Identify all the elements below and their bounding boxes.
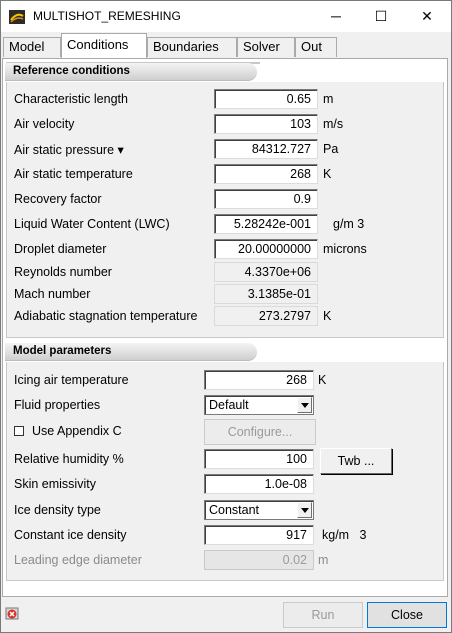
error-status-icon[interactable] [5, 606, 20, 621]
reynolds-number-label: Reynolds number [14, 265, 112, 279]
air-velocity-label: Air velocity [14, 117, 75, 131]
ice-density-type-select[interactable]: Constant [204, 500, 314, 520]
fluid-properties-value: Default [209, 398, 249, 412]
droplet-diameter-input[interactable]: 20.00000000 [214, 239, 318, 259]
recovery-factor-input[interactable]: 0.9 [214, 189, 318, 209]
model-group-header-wrap: Model parameters [5, 343, 261, 362]
leading-edge-diameter-input[interactable]: 0.02 [204, 550, 314, 570]
close-window-button[interactable]: ✕ [404, 1, 450, 32]
skin-emissivity-label: Skin emissivity [14, 477, 96, 491]
icing-air-temperature-label: Icing air temperature [14, 373, 129, 387]
lwc-label: Liquid Water Content (LWC) [14, 217, 170, 231]
reynolds-number-value: 4.3370e+06 [214, 262, 318, 282]
title-bar: MULTISHOT_REMESHING ─ ☐ ✕ [1, 1, 451, 32]
close-button[interactable]: Close [367, 602, 447, 628]
use-appendix-c-label[interactable]: Use Appendix C [32, 424, 122, 438]
characteristic-length-input[interactable]: 0.65 [214, 89, 318, 109]
characteristic-length-label: Characteristic length [14, 92, 128, 106]
maximize-button[interactable]: ☐ [358, 1, 404, 32]
app-icon [9, 10, 25, 24]
air-velocity-input[interactable]: 103 [214, 114, 318, 134]
leading-edge-diameter-unit: m [318, 553, 329, 567]
constant-ice-density-input[interactable]: 917 [204, 525, 314, 545]
characteristic-length-unit: m [323, 92, 334, 106]
window-title: MULTISHOT_REMESHING [33, 9, 181, 23]
air-static-temperature-input[interactable]: 268 [214, 164, 318, 184]
chevron-down-icon[interactable] [297, 397, 312, 413]
mach-number-label: Mach number [14, 287, 91, 301]
tab-conditions[interactable]: Conditions [61, 33, 147, 58]
air-static-pressure-input[interactable]: 84312.727 [214, 139, 318, 159]
air-velocity-unit: m/s [323, 117, 344, 131]
adiabatic-stagnation-temperature-label: Adiabatic stagnation temperature [14, 309, 198, 323]
tab-solver[interactable]: Solver [237, 37, 295, 57]
use-appendix-c-checkbox[interactable] [14, 426, 24, 436]
icing-air-temperature-unit: K [318, 373, 327, 387]
tab-model[interactable]: Model [3, 37, 61, 57]
air-static-pressure-label[interactable]: Air static pressure ▾ [14, 142, 124, 157]
droplet-diameter-unit: microns [323, 242, 367, 256]
tab-out[interactable]: Out [295, 37, 337, 57]
run-button[interactable]: Run [283, 602, 363, 628]
air-static-temperature-label: Air static temperature [14, 167, 133, 181]
chevron-down-icon[interactable] [297, 502, 312, 518]
configure-button[interactable]: Configure... [204, 419, 316, 445]
reference-conditions-header: Reference conditions [5, 63, 257, 81]
lwc-input[interactable]: 5.28242e-001 [214, 214, 318, 234]
adiabatic-stagnation-temperature-unit: K [323, 309, 332, 323]
tab-boundaries[interactable]: Boundaries [147, 37, 237, 57]
icing-air-temperature-input[interactable]: 268 [204, 370, 314, 390]
air-static-pressure-unit: Pa [323, 142, 339, 156]
recovery-factor-label: Recovery factor [14, 192, 102, 206]
minimize-button[interactable]: ─ [313, 1, 359, 32]
reference-group-header-wrap: Reference conditions [5, 63, 261, 82]
model-parameters-header: Model parameters [5, 343, 257, 361]
ice-density-type-value: Constant [209, 503, 260, 517]
air-static-temperature-unit: K [323, 167, 332, 181]
constant-ice-density-label: Constant ice density [14, 528, 127, 542]
mach-number-value: 3.1385e-01 [214, 284, 318, 304]
lwc-unit: g/m 3 [333, 217, 365, 231]
droplet-diameter-label: Droplet diameter [14, 242, 107, 256]
leading-edge-diameter-label: Leading edge diameter [14, 553, 142, 567]
twb-button[interactable]: Twb ... [320, 448, 392, 474]
adiabatic-stagnation-temperature-value: 273.2797 [214, 306, 318, 326]
skin-emissivity-input[interactable]: 1.0e-08 [204, 474, 314, 494]
fluid-properties-select[interactable]: Default [204, 395, 314, 415]
constant-ice-density-unit: kg/m 3 [322, 528, 367, 542]
relative-humidity-label: Relative humidity % [14, 452, 124, 466]
ice-density-type-label: Ice density type [14, 503, 101, 517]
relative-humidity-input[interactable]: 100 [204, 449, 314, 469]
fluid-properties-label: Fluid properties [14, 398, 101, 412]
